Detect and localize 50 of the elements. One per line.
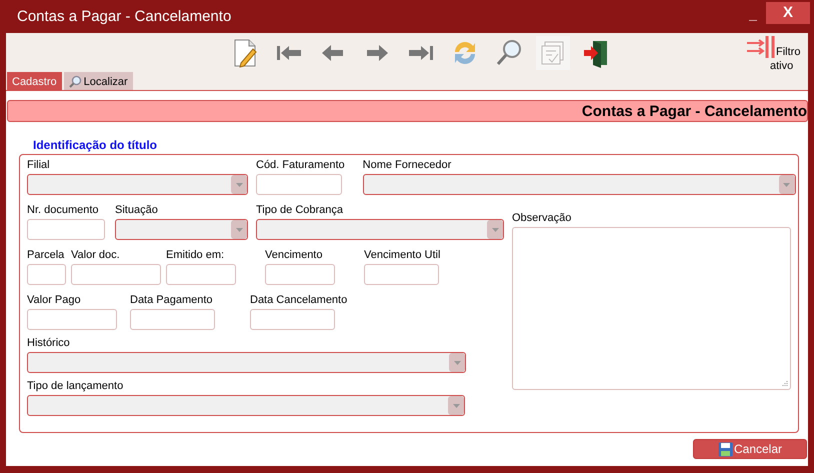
field-label: Vencimento Util	[364, 248, 440, 263]
input-field[interactable]	[27, 264, 66, 285]
field-label: Histórico	[27, 336, 71, 351]
field-label: Observação	[512, 211, 572, 226]
field-label: Cód. Faturamento	[256, 158, 345, 173]
field-label: Data Cancelamento	[250, 293, 348, 308]
field-label: Nome Fornecedor	[362, 158, 452, 173]
dropdown-caret-icon	[449, 353, 465, 372]
input-field[interactable]	[71, 264, 161, 285]
filter-icon[interactable]	[746, 35, 776, 59]
section-title: Identificação do título	[33, 138, 158, 152]
field-label: Filial	[27, 158, 51, 173]
input-field[interactable]	[27, 219, 105, 240]
dropdown-field[interactable]	[256, 219, 504, 240]
field-label: Nr. documento	[27, 203, 100, 218]
filter-status: Filtro ativo	[770, 45, 802, 73]
dropdown-caret-icon	[231, 220, 247, 239]
field-label: Vencimento	[265, 248, 324, 263]
tab[interactable]: Localizar	[64, 72, 133, 90]
cancel-button[interactable]: Cancelar	[693, 439, 807, 459]
input-field[interactable]	[265, 264, 335, 285]
tab[interactable]: Cadastro	[7, 72, 62, 90]
close-button[interactable]: X	[766, 2, 810, 24]
dropdown-caret-icon	[778, 175, 795, 194]
field-label: Tipo de Cobrança	[256, 203, 344, 218]
field-label: Situação	[115, 203, 159, 218]
page-title: Contas a Pagar - Cancelamento	[582, 102, 807, 120]
input-field[interactable]	[364, 264, 439, 285]
input-field[interactable]	[250, 309, 335, 330]
dropdown-field[interactable]	[115, 219, 248, 240]
input-field[interactable]	[256, 174, 342, 195]
field-label: Valor doc.	[71, 248, 121, 263]
input-field[interactable]	[27, 309, 117, 330]
input-field[interactable]	[130, 309, 215, 330]
dropdown-field[interactable]	[27, 352, 466, 373]
dropdown-caret-icon	[448, 396, 464, 415]
dropdown-caret-icon	[487, 220, 503, 239]
field-label: Valor Pago	[27, 293, 82, 308]
window-title: Contas a Pagar - Cancelamento	[17, 8, 232, 25]
dropdown-field[interactable]	[362, 174, 796, 195]
dropdown-field[interactable]	[27, 174, 248, 195]
resize-grip-icon[interactable]	[781, 380, 788, 387]
field-label: Tipo de lançamento	[27, 379, 124, 394]
input-field[interactable]	[166, 264, 236, 285]
field-label: Parcela	[27, 248, 66, 263]
minimize-button[interactable]: _	[740, 2, 766, 24]
field-label: Data Pagamento	[130, 293, 214, 308]
dropdown-caret-icon	[231, 175, 247, 194]
field-label: Emitido em:	[166, 248, 226, 263]
dropdown-field[interactable]	[27, 395, 465, 416]
